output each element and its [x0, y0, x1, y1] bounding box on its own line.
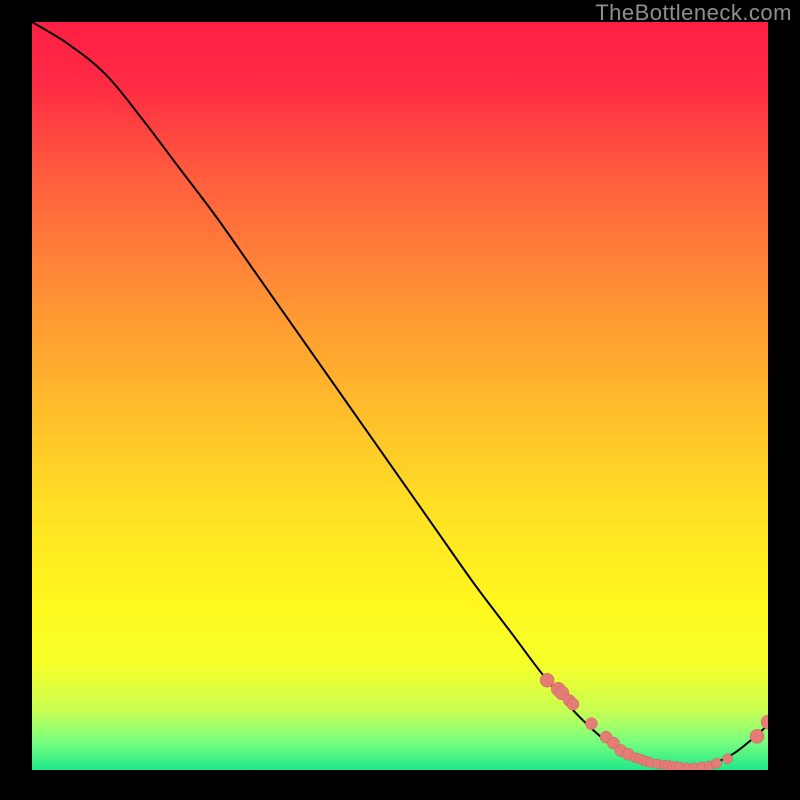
watermark-text: TheBottleneck.com	[595, 0, 792, 26]
data-point	[540, 673, 554, 687]
chart-container: TheBottleneck.com	[0, 0, 800, 800]
data-point	[567, 698, 579, 710]
bottleneck-chart	[32, 22, 768, 770]
gradient-background	[32, 22, 768, 770]
data-point	[585, 718, 597, 730]
data-point	[750, 729, 764, 743]
data-point	[711, 758, 721, 768]
data-point	[723, 754, 733, 764]
